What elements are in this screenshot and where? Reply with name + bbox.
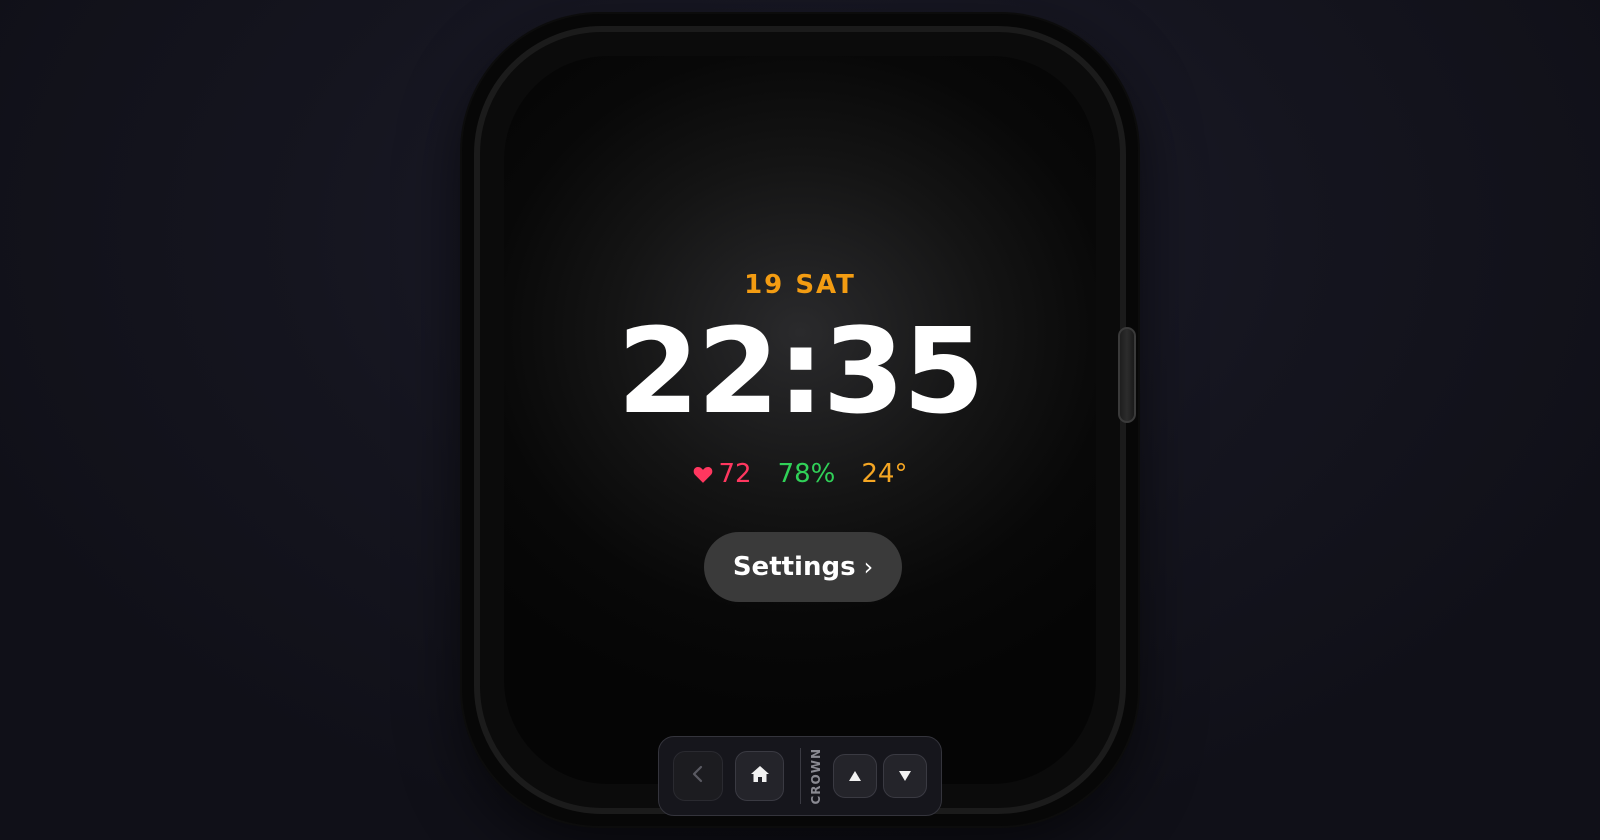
- temperature-complication: 24°: [861, 456, 907, 492]
- control-divider: [800, 748, 802, 804]
- back-button[interactable]: [673, 751, 723, 801]
- temperature-value: 24°: [861, 459, 908, 489]
- chevron-left-icon: [691, 765, 705, 787]
- heart-rate-value: 72: [718, 459, 752, 489]
- digital-crown[interactable]: [1118, 327, 1136, 423]
- crown-down-button[interactable]: [883, 754, 927, 798]
- time-display: 22:35: [617, 302, 985, 440]
- crown-label: CROWN: [809, 747, 824, 805]
- date-label: 19 SAT: [744, 270, 856, 300]
- heart-rate-complication: 72: [693, 456, 752, 492]
- triangle-down-icon: [898, 767, 912, 786]
- home-icon: [750, 765, 770, 787]
- crown-up-button[interactable]: [833, 754, 878, 798]
- heart-icon: [693, 465, 713, 484]
- battery-value: 78%: [777, 459, 836, 489]
- chevron-right-icon: ›: [863, 553, 874, 581]
- watch-case: 19 SAT 22:35 72 78% 24° Settings ›: [462, 14, 1138, 826]
- battery-complication: 78%: [778, 456, 836, 492]
- control-bar: CROWN: [658, 736, 942, 816]
- settings-button[interactable]: Settings ›: [704, 532, 902, 602]
- triangle-up-icon: [848, 767, 862, 786]
- home-button[interactable]: [734, 751, 785, 801]
- complications-row: 72 78% 24°: [504, 456, 1096, 492]
- watch-screen: 19 SAT 22:35 72 78% 24° Settings ›: [504, 56, 1096, 784]
- settings-button-label: Settings: [732, 552, 856, 582]
